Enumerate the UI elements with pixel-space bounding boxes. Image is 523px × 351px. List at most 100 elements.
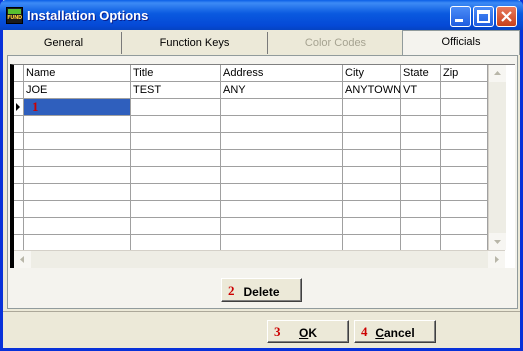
- empty-cell[interactable]: [24, 201, 131, 218]
- empty-cell[interactable]: [131, 218, 221, 235]
- empty-cell[interactable]: [131, 235, 221, 250]
- cell-state[interactable]: [401, 99, 441, 116]
- empty-cell[interactable]: [221, 150, 343, 167]
- arrow-up-icon: [494, 71, 501, 75]
- empty-cell[interactable]: [401, 201, 441, 218]
- empty-cell[interactable]: [401, 235, 441, 250]
- empty-cell[interactable]: [24, 150, 131, 167]
- empty-cell[interactable]: [441, 133, 488, 150]
- scroll-up-button[interactable]: [489, 65, 506, 82]
- minimize-button[interactable]: [450, 6, 471, 27]
- empty-cell[interactable]: [343, 167, 401, 184]
- empty-cell[interactable]: [221, 133, 343, 150]
- empty-cell[interactable]: [441, 218, 488, 235]
- empty-table-row[interactable]: [14, 235, 488, 250]
- empty-cell[interactable]: [401, 167, 441, 184]
- empty-table-row[interactable]: [14, 167, 488, 184]
- empty-cell[interactable]: [441, 184, 488, 201]
- column-header-city[interactable]: City: [343, 65, 401, 82]
- empty-cell[interactable]: [131, 184, 221, 201]
- horizontal-scrollbar[interactable]: [14, 250, 505, 268]
- empty-cell[interactable]: [401, 150, 441, 167]
- empty-cell[interactable]: [131, 167, 221, 184]
- empty-cell[interactable]: [343, 235, 401, 250]
- empty-cell[interactable]: [221, 116, 343, 133]
- column-header-state[interactable]: State: [401, 65, 441, 82]
- close-button[interactable]: [496, 6, 517, 27]
- cell-name-selected[interactable]: 1: [24, 99, 131, 116]
- empty-cell[interactable]: [131, 116, 221, 133]
- empty-table-row[interactable]: [14, 133, 488, 150]
- cell-address[interactable]: [221, 99, 343, 116]
- cell-city[interactable]: [343, 99, 401, 116]
- empty-cell[interactable]: [343, 133, 401, 150]
- empty-cell[interactable]: [131, 201, 221, 218]
- empty-table-row[interactable]: [14, 201, 488, 218]
- delete-button[interactable]: 2 Delete: [221, 278, 302, 302]
- cell-zip[interactable]: [441, 99, 488, 116]
- empty-cell[interactable]: [401, 116, 441, 133]
- empty-cell[interactable]: [343, 184, 401, 201]
- empty-cell[interactable]: [343, 201, 401, 218]
- empty-cell[interactable]: [24, 235, 131, 250]
- cell-zip[interactable]: [441, 82, 488, 99]
- empty-cell[interactable]: [131, 133, 221, 150]
- officials-grid[interactable]: Name Title Address City State Zip JOE TE…: [10, 64, 515, 268]
- current-row-indicator: [14, 99, 24, 116]
- cell-address[interactable]: ANY: [221, 82, 343, 99]
- cell-name[interactable]: JOE: [24, 82, 131, 99]
- column-header-name[interactable]: Name: [24, 65, 131, 82]
- empty-table-row[interactable]: [14, 150, 488, 167]
- empty-cell[interactable]: [221, 218, 343, 235]
- empty-cell[interactable]: [24, 218, 131, 235]
- empty-cell[interactable]: [401, 133, 441, 150]
- tab-officials[interactable]: Officials: [402, 30, 520, 55]
- empty-cell[interactable]: [24, 167, 131, 184]
- empty-cell[interactable]: [221, 235, 343, 250]
- scroll-down-button[interactable]: [489, 233, 506, 250]
- empty-cell[interactable]: [441, 116, 488, 133]
- installation-options-window: FUND Installation Options General Functi…: [0, 0, 523, 351]
- minimize-icon: [455, 19, 463, 22]
- empty-cell[interactable]: [441, 167, 488, 184]
- empty-cell[interactable]: [221, 167, 343, 184]
- empty-cell[interactable]: [24, 133, 131, 150]
- title-bar[interactable]: FUND Installation Options: [0, 0, 523, 30]
- empty-cell[interactable]: [24, 116, 131, 133]
- empty-cell[interactable]: [401, 184, 441, 201]
- empty-table-row[interactable]: [14, 116, 488, 133]
- empty-table-row[interactable]: [14, 184, 488, 201]
- cell-title[interactable]: TEST: [131, 82, 221, 99]
- empty-cell[interactable]: [221, 201, 343, 218]
- maximize-button[interactable]: [473, 6, 494, 27]
- column-header-address[interactable]: Address: [221, 65, 343, 82]
- cell-state[interactable]: VT: [401, 82, 441, 99]
- empty-cell[interactable]: [24, 184, 131, 201]
- window-title: Installation Options: [27, 8, 149, 23]
- empty-cell[interactable]: [343, 150, 401, 167]
- empty-cell[interactable]: [131, 150, 221, 167]
- empty-cell[interactable]: [401, 218, 441, 235]
- tab-function-keys[interactable]: Function Keys: [122, 32, 268, 54]
- column-header-title[interactable]: Title: [131, 65, 221, 82]
- tab-general[interactable]: General: [6, 32, 122, 54]
- ok-button[interactable]: 3 OK: [267, 320, 349, 343]
- arrow-down-icon: [494, 240, 501, 244]
- vertical-scrollbar[interactable]: [488, 65, 506, 250]
- empty-table-row[interactable]: [14, 218, 488, 235]
- table-row[interactable]: JOE TEST ANY ANYTOWN VT: [14, 82, 488, 99]
- scroll-right-button[interactable]: [488, 251, 505, 268]
- column-header-zip[interactable]: Zip: [441, 65, 488, 82]
- scroll-left-button[interactable]: [14, 251, 31, 268]
- empty-cell[interactable]: [343, 116, 401, 133]
- empty-cell[interactable]: [441, 201, 488, 218]
- empty-cell[interactable]: [343, 218, 401, 235]
- cell-city[interactable]: ANYTOWN: [343, 82, 401, 99]
- empty-cell[interactable]: [441, 150, 488, 167]
- cancel-button[interactable]: 4 Cancel: [354, 320, 436, 343]
- cell-title[interactable]: [131, 99, 221, 116]
- empty-cell[interactable]: [221, 184, 343, 201]
- new-row[interactable]: 1: [14, 99, 488, 116]
- row-indicator-cell: [14, 235, 24, 250]
- empty-cell[interactable]: [441, 235, 488, 250]
